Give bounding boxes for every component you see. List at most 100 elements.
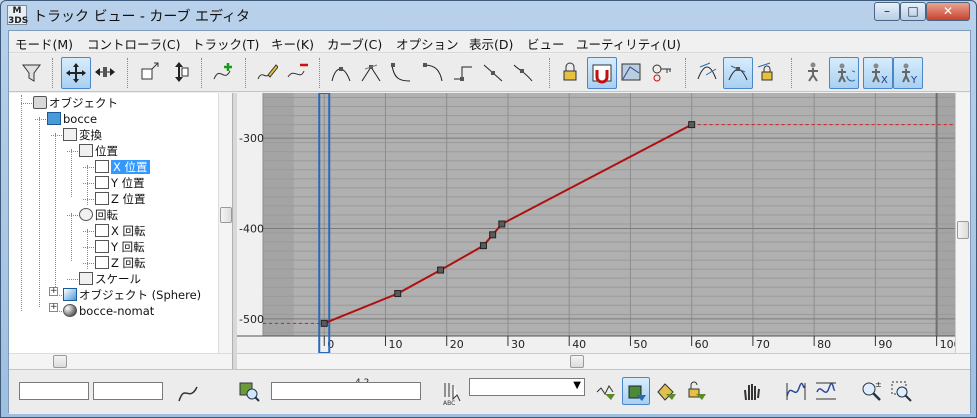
tree-connector [21,95,22,311]
frame-field[interactable] [19,382,89,400]
menu-mode[interactable]: モード(M) [15,34,73,53]
menu-display[interactable]: 表示(D) [469,34,513,53]
zoom-region-button[interactable] [887,377,915,405]
show-all-tangents-button[interactable] [693,57,723,89]
key-point[interactable] [479,242,487,250]
tree-node-label: 変換 [79,128,102,142]
tree-node[interactable]: 変換 [63,127,102,143]
isolate-curve-button[interactable] [799,57,829,89]
reduce-keys-button[interactable] [283,57,313,89]
filter-animated-tracks-button[interactable] [652,377,680,405]
tree-node[interactable]: X 位置 [95,159,150,175]
curve-graph[interactable]: -300-400-5000102030405060708090100 [237,93,955,353]
object-name-field[interactable] [271,382,421,400]
lock-tangents-button[interactable] [753,57,783,89]
isolate-curve-icon [808,62,818,82]
app-icon[interactable]: M 3DS [7,5,28,26]
tree-node[interactable]: スケール [79,271,141,287]
scale-keys-button[interactable] [135,57,165,89]
value-field[interactable] [93,382,163,400]
tree-node[interactable]: 位置 [79,143,118,159]
pan-button[interactable] [737,377,765,405]
zoom-button[interactable]: ± [857,377,885,405]
graph-horizontal-scroll-thumb[interactable] [570,355,584,368]
key-point[interactable] [688,121,696,129]
show-tangents-button[interactable] [723,57,753,89]
filter-animated-icon [657,383,676,401]
controller-tree[interactable]: オブジェクト bocce 変換 位置 X 位置 Y 位置 Z 位置 回転 X 回転 Y 回転 Z 回… [9,93,232,353]
move-keys-button[interactable] [61,57,91,89]
scale-values-button[interactable] [165,57,195,89]
title-bar[interactable]: M 3DS トラック ビュー - カーブ エディタ – □ ✕ [1,1,976,29]
tree-node[interactable]: 回転 [79,207,118,223]
show-biped-position-button[interactable] [829,57,859,89]
tree-node[interactable]: Z 回転 [95,255,146,271]
tree-node[interactable]: Y 位置 [95,175,145,191]
sphere-object-icon [63,288,77,301]
reduce-keys-icon [287,63,308,78]
expand-toggle[interactable]: + [49,303,58,312]
tangent-step-button[interactable] [449,57,479,89]
tree-node[interactable]: Z 位置 [95,191,146,207]
zoom-horizontal-extents-button[interactable] [782,377,810,405]
tangent-auto-button[interactable] [327,57,357,89]
tree-node[interactable]: bocce [47,111,97,127]
key-point[interactable] [437,266,445,274]
menu-options[interactable]: オプション [396,34,459,53]
tree-node[interactable]: Y 回転 [95,239,145,255]
zoom-selected-object-button[interactable] [235,377,263,405]
menu-view[interactable]: ビュー [527,34,565,53]
maximize-button[interactable]: □ [900,2,926,21]
graph-horizontal-scrollbar[interactable] [237,353,970,369]
menu-utilities[interactable]: ユーティリティ(U) [576,34,681,53]
snap-frames-button[interactable] [587,57,617,89]
lock-selection-button[interactable] [557,57,587,89]
menu-curve[interactable]: カーブ(C) [327,34,382,53]
tree-horizontal-scroll-thumb[interactable] [53,355,67,368]
key-point[interactable] [489,231,497,239]
menu-controller[interactable]: コントローラ(C) [87,34,180,53]
tree-connector [21,103,32,104]
graph-vertical-scroll-thumb[interactable] [957,221,969,239]
toolbar-separator [319,58,322,88]
tangent-fast-button[interactable] [387,57,417,89]
show-biped-x-button[interactable]: X [863,57,893,89]
selection-set-dropdown[interactable]: ▼ [469,378,585,396]
expand-toggle[interactable]: + [49,287,58,296]
tree-connector [67,151,78,152]
filter-selected-objects-button[interactable] [622,377,650,405]
menu-track[interactable]: トラック(T) [192,34,259,53]
key-point[interactable] [498,220,506,228]
show-key-stats-button[interactable]: 4.2 [175,377,369,407]
tree-vertical-scrollbar[interactable] [218,93,232,353]
graph-vertical-scrollbar[interactable] [955,93,970,353]
minimize-button[interactable]: – [874,2,900,21]
tangent-linear-button[interactable] [479,57,509,89]
parameter-curve-button[interactable] [617,57,647,89]
show-biped-y-button[interactable]: Y [893,57,923,89]
draw-curves-button[interactable] [253,57,283,89]
add-keys-button[interactable] [209,57,239,89]
filter-selected-tracks-button[interactable] [592,377,620,405]
tree-node[interactable]: bocce-nomat [63,303,154,319]
select-by-name-button[interactable]: ABC [439,379,467,407]
show-keyable-button[interactable] [647,57,677,89]
tree-node[interactable]: X 回転 [95,223,146,239]
lock-selection-icon [563,62,577,81]
filter-unlocked-tracks-button[interactable] [682,377,710,405]
tree-node[interactable]: オブジェクト [33,95,118,111]
tree-node[interactable]: オブジェクト (Sphere) [63,287,201,303]
slide-keys-button[interactable] [91,57,121,89]
tangent-slow-button[interactable] [419,57,449,89]
filter-button[interactable] [17,57,47,89]
tangent-custom-button[interactable] [357,57,387,89]
zoom-value-extents-button[interactable] [812,377,840,405]
tangent-smooth-button[interactable] [509,57,539,89]
tree-horizontal-scrollbar[interactable] [9,353,232,369]
scale-values-icon [175,62,189,82]
close-button[interactable]: ✕ [926,2,970,21]
menu-key[interactable]: キー(K) [271,34,314,53]
key-point[interactable] [320,319,328,327]
tree-vertical-scroll-thumb[interactable] [220,207,232,223]
key-point[interactable] [394,290,402,298]
